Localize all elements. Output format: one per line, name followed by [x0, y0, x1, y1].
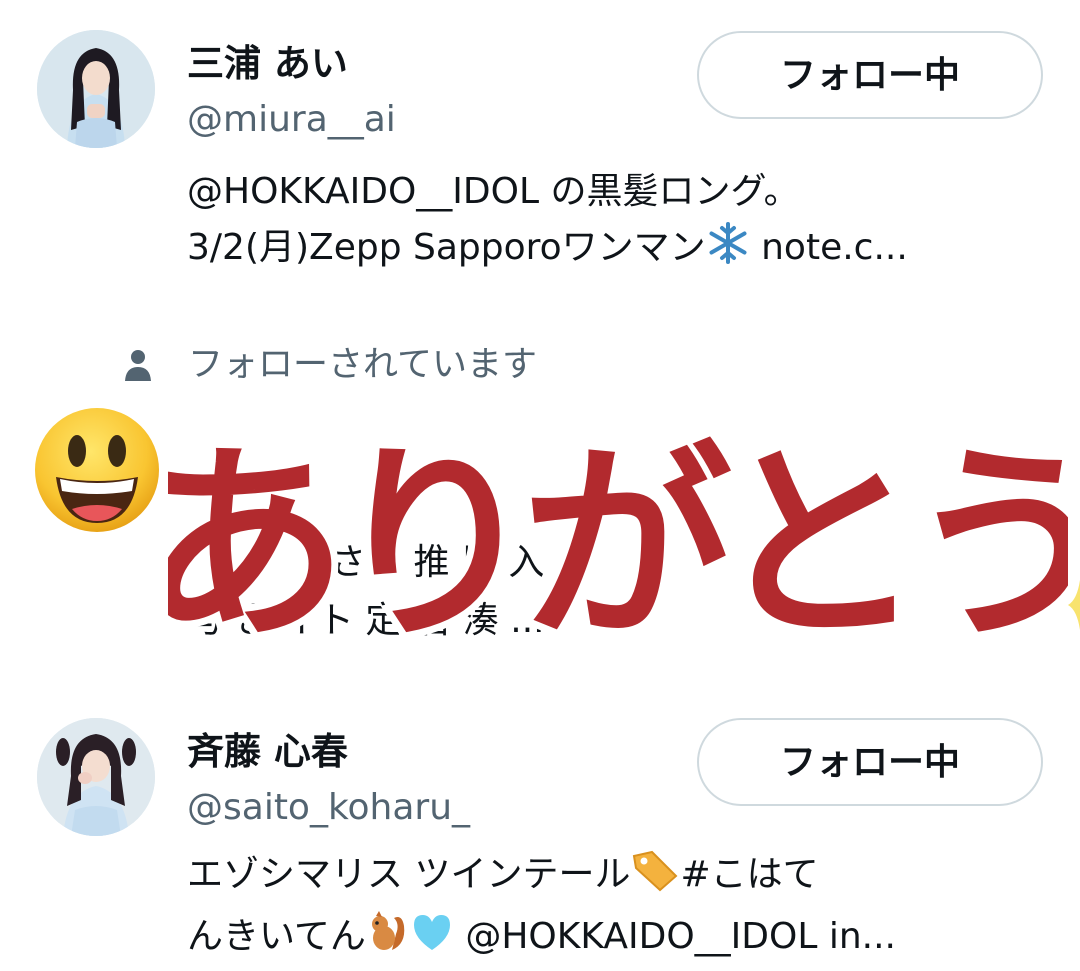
avatar[interactable] — [37, 30, 155, 148]
snowflake-icon — [706, 221, 750, 282]
arigatou-sticker: ありがとう — [168, 416, 1068, 675]
user-cell-saito-koharu[interactable]: 斉藤 心春 @saito_koharu_ フォロー中 エゾシマリス ツインテール… — [0, 700, 1080, 957]
following-button[interactable]: フォロー中 — [697, 31, 1043, 119]
label-tag-icon — [630, 848, 680, 909]
user-bio: @HOKKAIDO__IDOL の黒髪ロング。 3/2(月)Zepp Sappo… — [187, 164, 1037, 282]
avatar-photo — [37, 718, 155, 836]
sticker-text: ありがとう — [168, 423, 1068, 668]
following-button[interactable]: フォロー中 — [697, 718, 1043, 806]
display-name[interactable]: 三浦 あい — [187, 42, 348, 86]
bio-text: #こはて — [680, 854, 819, 895]
grinning-face-icon — [35, 408, 159, 532]
bio-text: @HOKKAIDO__IDOL in... — [453, 916, 896, 957]
user-bio: エゾシマリス ツインテール #こはて んきいてん @HOKKAIDO__IDOL … — [187, 847, 1037, 971]
person-icon — [120, 348, 156, 386]
sparkle-icon — [1068, 580, 1080, 630]
light-blue-heart-icon — [410, 910, 454, 971]
bio-line: んきいてん @HOKKAIDO__IDOL in... — [187, 909, 1037, 971]
user-cell-miura-ai[interactable]: 三浦 あい @miura__ai フォロー中 @HOKKAIDO__IDOL の… — [0, 0, 1080, 300]
bio-line: エゾシマリス ツインテール #こはて — [187, 847, 1037, 909]
avatar[interactable] — [37, 718, 155, 836]
avatar-photo — [37, 30, 155, 148]
bio-text: んきいてん — [187, 916, 366, 957]
display-name[interactable]: 斉藤 心春 — [187, 730, 348, 774]
user-handle[interactable]: @saito_koharu_ — [187, 786, 470, 830]
chipmunk-icon — [366, 910, 410, 971]
bio-text: エゾシマリス ツインテール — [187, 854, 631, 895]
bio-text: 3/2(月)Zepp Sapporoワンマン — [187, 227, 706, 268]
bio-line: 3/2(月)Zepp Sapporoワンマン note.c... — [187, 220, 1037, 282]
bio-text: note.c... — [749, 227, 908, 268]
user-handle[interactable]: @miura__ai — [187, 98, 396, 142]
bio-line: @HOKKAIDO__IDOL の黒髪ロング。 — [187, 171, 800, 212]
